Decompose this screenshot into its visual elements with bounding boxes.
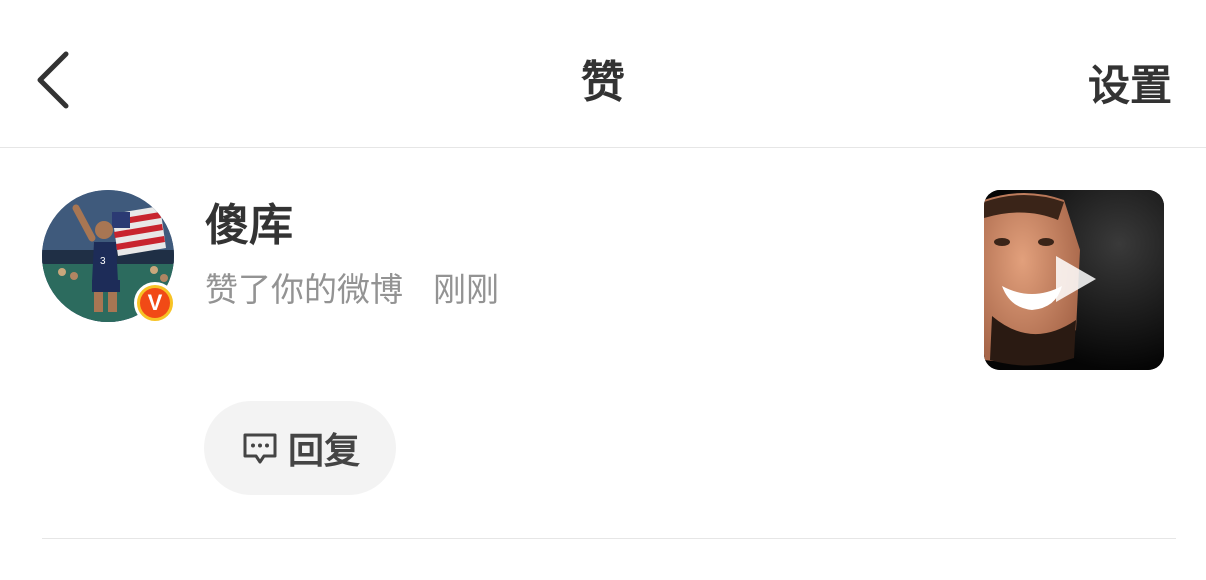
notification-meta: 赞了你的微博 刚刚 bbox=[205, 266, 499, 314]
settings-button[interactable]: 设置 bbox=[1088, 56, 1172, 116]
username[interactable]: 傻库 bbox=[205, 198, 293, 254]
post-thumbnail[interactable] bbox=[984, 190, 1164, 370]
reply-button[interactable]: 回复 bbox=[204, 401, 396, 495]
top-nav-bar: 赞 设置 bbox=[0, 0, 1206, 148]
svg-text:3: 3 bbox=[100, 256, 106, 267]
timestamp: 刚刚 bbox=[433, 270, 499, 309]
user-avatar[interactable]: 3 V bbox=[42, 190, 176, 324]
like-notification-item[interactable]: 3 V 傻库 赞了你的微博 刚刚 回复 bbox=[0, 148, 1206, 538]
action-text: 赞了你的微博 bbox=[205, 270, 403, 309]
reply-label: 回复 bbox=[287, 431, 360, 472]
comment-icon bbox=[240, 428, 280, 468]
item-divider bbox=[42, 538, 1176, 539]
page-title: 赞 bbox=[581, 57, 625, 108]
verified-badge-icon: V bbox=[134, 282, 176, 324]
